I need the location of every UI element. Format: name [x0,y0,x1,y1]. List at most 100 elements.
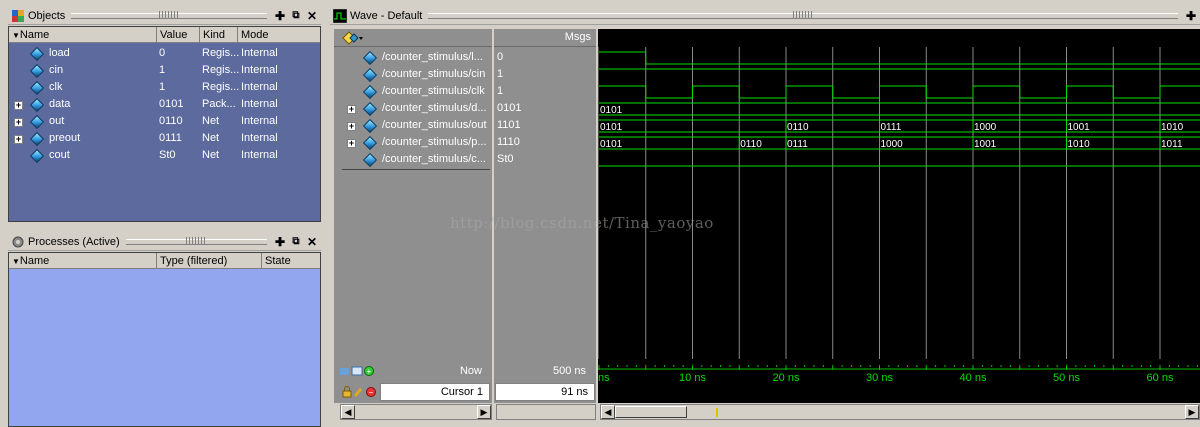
signal-icon [362,67,378,83]
pin-icon[interactable]: ✚ [1184,9,1198,23]
undock-icon[interactable]: ⧉ [289,9,303,23]
signal-icon [362,84,378,100]
bus-value: 0111 [787,139,808,150]
object-row-out[interactable]: + out 0110 Net Internal [9,114,320,131]
wave-icon [332,8,348,23]
signal-row[interactable]: + /counter_stimulus/p... [334,135,492,152]
time-axis[interactable]: ns 10 ns 20 ns 30 ns 40 ns 50 ns 60 ns [598,359,1200,403]
object-mode: Internal [241,81,278,93]
signal-names-pane[interactable]: /counter_stimulus/l... /counter_stimulus/… [334,29,492,359]
signal-icon [362,118,378,134]
expand-icon[interactable]: + [14,118,23,127]
wave-title: Wave - Default [350,9,423,22]
col-kind[interactable]: Kind [200,27,238,42]
msgs-label: Msgs [564,31,591,43]
scroll-thumb[interactable] [615,406,687,418]
cursor-values-pane: 500 ns 91 ns [494,359,596,403]
scroll-left-icon[interactable]: ◀ [341,405,355,419]
col-name[interactable]: ▼Name [9,253,157,268]
undock-icon[interactable]: ⧉ [289,235,303,249]
names-hscrollbar[interactable]: ◀ ▶ [340,404,492,420]
close-icon[interactable]: ✕ [305,235,319,249]
bus-value: 1010 [1068,139,1091,150]
signal-icon [29,114,45,130]
object-kind: Regis... [202,64,240,76]
cursor-value-field[interactable]: 91 ns [495,383,595,401]
cursor-track [598,383,1200,403]
now-value: 500 ns [552,365,586,377]
signal-value: 0101 [497,102,522,114]
wave-hscrollbar[interactable]: ◀ ▶ [600,404,1200,420]
cursor-add-icon[interactable]: + [340,365,376,380]
signal-values-pane[interactable]: Msgs 0 1 1 0101 1101 1110 St0 [494,29,596,359]
col-type[interactable]: Type (filtered) [157,253,262,268]
processes-list[interactable]: ▼Name Type (filtered) State [8,252,321,427]
signal-row[interactable]: /counter_stimulus/cin [334,67,492,84]
bus-value: 1010 [1161,122,1184,133]
axis-label: 50 ns [1053,372,1080,384]
object-row-load[interactable]: load 0 Regis... Internal [9,46,320,63]
cursor-name-field[interactable]: Cursor 1 [380,383,490,401]
signal-name: /counter_stimulus/p... [382,136,487,148]
bus-value: 1000 [881,139,904,150]
signal-row[interactable]: /counter_stimulus/clk [334,84,492,101]
objects-icon [11,9,25,23]
object-name: cin [49,64,64,76]
signal-icon [29,80,45,96]
col-value[interactable]: Value [157,27,200,42]
signal-name: /counter_stimulus/cin [382,68,486,80]
expand-icon[interactable]: + [347,122,356,131]
bus-value: 0110 [787,122,809,133]
pane-divider[interactable] [322,0,330,427]
values-hscrollbar[interactable] [496,404,596,420]
drag-grip[interactable] [125,236,267,245]
bus-value: 0110 [740,139,762,150]
drag-grip[interactable] [428,10,1178,19]
bus-value: 1000 [974,122,997,133]
object-row-preout[interactable]: + preout 0111 Net Internal [9,131,320,148]
bus-value: 1011 [1161,139,1183,150]
waveform-canvas[interactable]: 0101 0101 0110 0111 1000 1001 1010 0101 0110 0111… [597,29,1200,359]
scroll-left-icon[interactable]: ◀ [601,405,615,419]
col-name[interactable]: ▼Name [9,27,157,42]
signal-row[interactable]: /counter_stimulus/l... [334,50,492,67]
scroll-right-icon[interactable]: ▶ [1185,405,1199,419]
object-row-data[interactable]: + data 0101 Pack... Internal [9,97,320,114]
signal-row[interactable]: + /counter_stimulus/d... [334,101,492,118]
col-mode[interactable]: Mode [238,27,320,42]
object-mode: Internal [241,149,278,161]
object-value: St0 [159,149,176,161]
object-row-clk[interactable]: clk 1 Regis... Internal [9,80,320,97]
pin-icon[interactable]: ✚ [273,9,287,23]
close-icon[interactable]: ✕ [305,9,319,23]
expand-icon[interactable]: + [14,101,23,110]
bus-value: 0111 [881,122,902,133]
signal-row[interactable]: + /counter_stimulus/out [334,118,492,135]
signal-tools-icon[interactable] [342,31,364,48]
cursor-lock-icon[interactable]: − [342,386,378,401]
signal-icon [29,46,45,62]
object-value: 0 [159,47,166,59]
object-row-cout[interactable]: cout St0 Net Internal [9,148,320,165]
scroll-right-icon[interactable]: ▶ [477,405,491,419]
signal-row[interactable]: /counter_stimulus/c... [334,152,492,169]
expand-icon[interactable]: + [14,135,23,144]
bus-value: 1001 [974,139,997,150]
object-name: preout [49,132,81,144]
object-mode: Internal [241,132,278,144]
time-axis-pane[interactable]: ns 10 ns 20 ns 30 ns 40 ns 50 ns 60 ns [598,359,1200,403]
bus-value: 0101 [600,122,623,133]
waveform-pane[interactable]: 0101 0101 0110 0111 1000 1001 1010 0101 0110 0111… [597,29,1200,359]
signal-trace [599,51,1200,65]
pin-icon[interactable]: ✚ [273,235,287,249]
object-row-cin[interactable]: cin 1 Regis... Internal [9,63,320,80]
expand-icon[interactable]: + [347,139,356,148]
insertion-marker [342,169,490,170]
axis-label: 30 ns [866,372,893,384]
watermark-text: http://blog.csdn.net/Tina_yaoyao [450,214,714,232]
drag-grip[interactable] [71,10,267,19]
col-state[interactable]: State [262,253,320,268]
object-mode: Internal [241,98,278,110]
expand-icon[interactable]: + [347,105,356,114]
objects-list[interactable]: ▼Name Value Kind Mode load 0 Regis... Inter… [8,26,321,222]
